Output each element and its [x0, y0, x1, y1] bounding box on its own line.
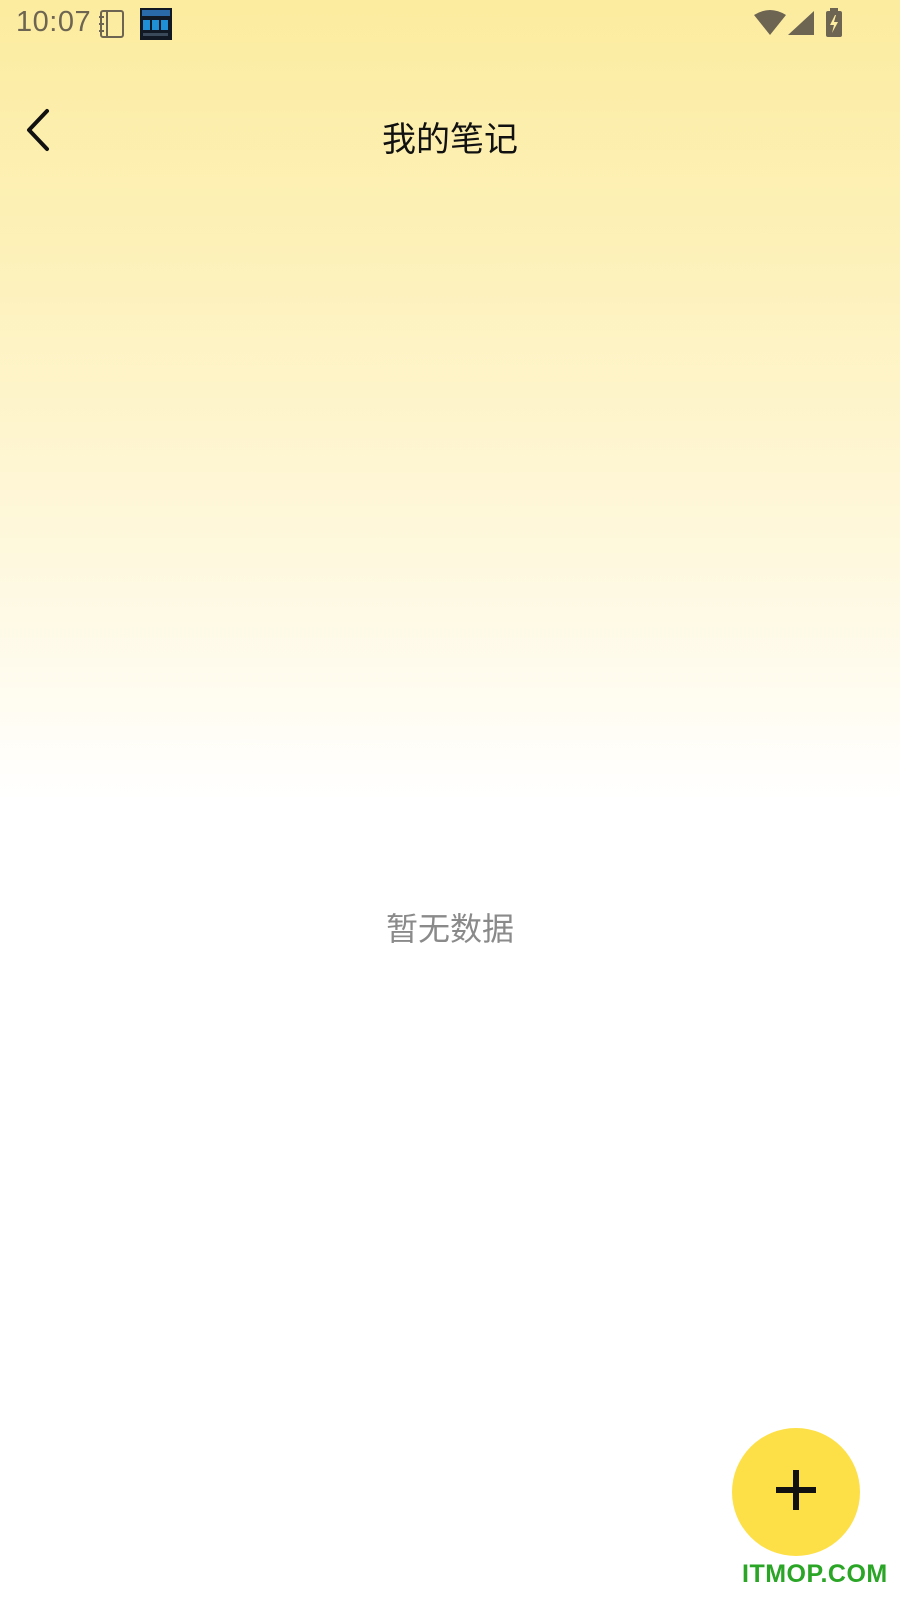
- clock-app-icon: [140, 8, 172, 44]
- add-note-button[interactable]: [732, 1428, 860, 1556]
- plus-icon: [774, 1468, 818, 1516]
- battery-charging-icon: [825, 8, 843, 42]
- status-time: 10:07: [16, 6, 92, 38]
- watermark: ITMOP.COM: [742, 1560, 888, 1588]
- wifi-icon: [753, 10, 787, 40]
- status-bar: 10:07: [0, 0, 900, 48]
- empty-state-message: 暂无数据: [385, 910, 514, 948]
- cell-signal-icon: [787, 10, 815, 40]
- title-bar: 我的笔记: [0, 96, 900, 168]
- notebook-icon: [98, 9, 126, 43]
- page-title: 我的笔记: [382, 120, 518, 160]
